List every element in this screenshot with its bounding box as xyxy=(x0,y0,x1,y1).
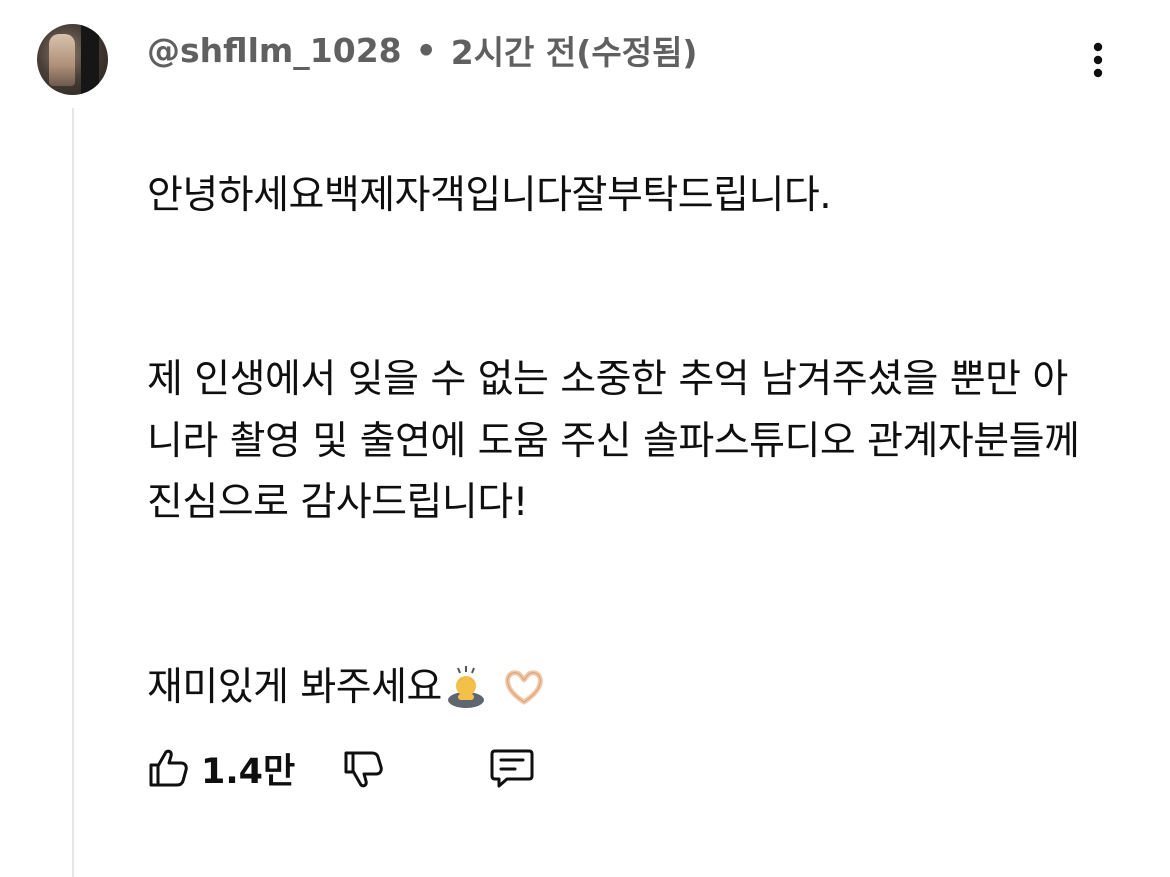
author-handle[interactable]: @shfllm_1028 xyxy=(147,31,402,70)
comment-body: 안녕하세요백제자객입니다잘부탁드립니다. 제 인생에서 잊을 수 없는 소중한 … xyxy=(147,103,1127,780)
more-options-button[interactable] xyxy=(1080,38,1116,82)
comment-actions: 1.4만 xyxy=(145,740,645,796)
comment-paragraph-2: 제 인생에서 잊을 수 없는 소중한 추억 남겨주셨을 뿐만 아니라 촬영 및 … xyxy=(147,357,1080,525)
comment-timestamp[interactable]: 2시간 전(수정됨) xyxy=(451,26,698,74)
meta-separator: • xyxy=(415,30,437,70)
bowing-person-emoji xyxy=(447,665,484,708)
comment-paragraph-3: 재미있게 봐주세요 xyxy=(147,657,1127,719)
avatar-figure xyxy=(49,34,75,86)
comment: @shfllm_1028 • 2시간 전(수정됨) 안녕하세요백제자객입니다잘부… xyxy=(0,0,1170,877)
reply-comment-icon xyxy=(490,749,534,788)
like-button[interactable]: 1.4만 xyxy=(145,740,295,796)
thumbs-down-icon xyxy=(344,751,383,788)
avatar-background-bar xyxy=(81,24,99,95)
avatar[interactable] xyxy=(37,24,108,95)
like-count: 1.4만 xyxy=(201,751,296,792)
dislike-button[interactable] xyxy=(340,740,390,796)
heart-hands-emoji xyxy=(505,669,543,704)
reply-button[interactable] xyxy=(487,740,541,796)
comment-paragraph-1: 안녕하세요백제자객입니다잘부탁드립니다. xyxy=(147,172,832,218)
thread-line xyxy=(72,108,74,877)
more-vertical-icon xyxy=(1093,42,1103,78)
comment-paragraph-3-text: 재미있게 봐주세요 xyxy=(147,664,442,710)
comment-header: @shfllm_1028 • 2시간 전(수정됨) xyxy=(147,26,698,74)
thumbs-up-icon xyxy=(149,749,188,787)
